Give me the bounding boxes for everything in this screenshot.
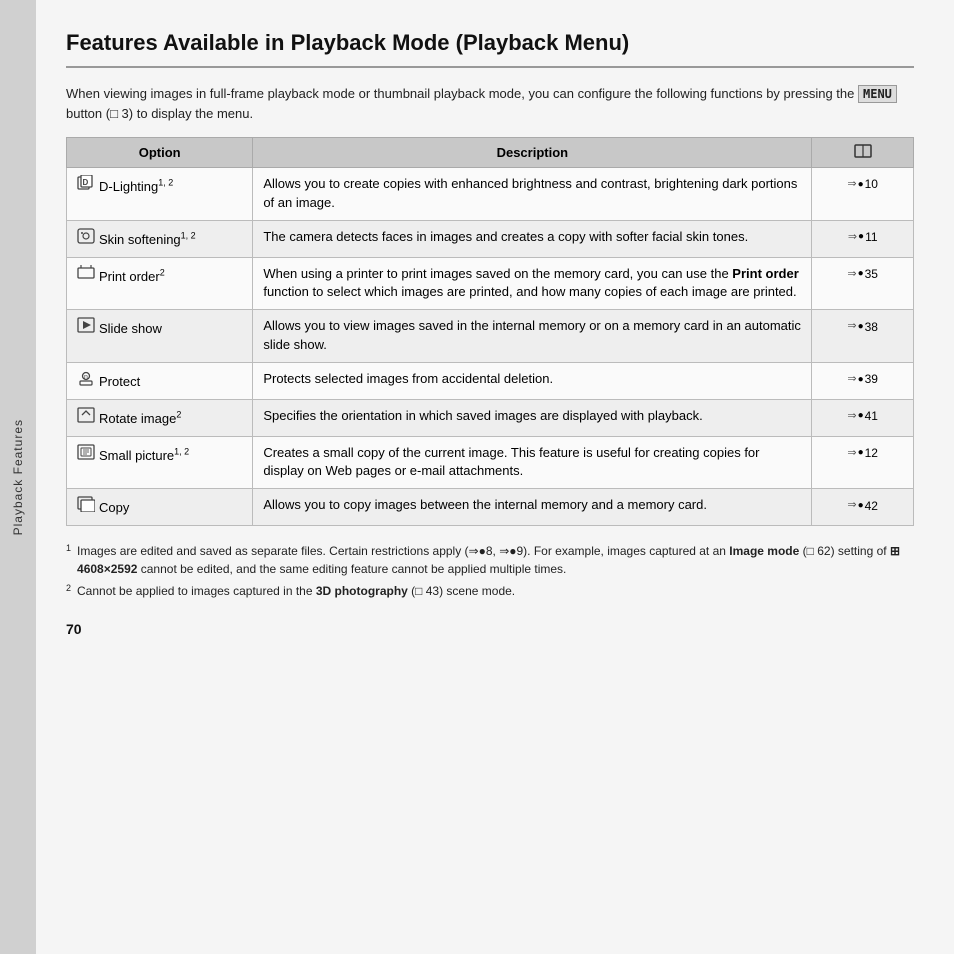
intro-paragraph: When viewing images in full-frame playba… — [66, 84, 914, 123]
footnote-2-num: 2 — [66, 582, 71, 601]
main-content: Features Available in Playback Mode (Pla… — [36, 0, 954, 954]
desc-cell-4: Protects selected images from accidental… — [253, 362, 812, 399]
option-label-5: Rotate image2 — [99, 411, 181, 426]
intro-text-1: When viewing images in full-frame playba… — [66, 86, 854, 101]
ref-cell-4: ⇒●39 — [812, 362, 914, 399]
ref-cell-6: ⇒●12 — [812, 436, 914, 489]
intro-text-3: ) to display the menu. — [129, 106, 253, 121]
option-cell-3: Slide show — [67, 310, 253, 363]
option-cell-0: D D-Lighting1, 2 — [67, 168, 253, 221]
intro-text-2: button ( — [66, 106, 110, 121]
print-order-icon — [77, 265, 95, 286]
ref-cell-3: ⇒●38 — [812, 310, 914, 363]
option-cell-6: Small picture1, 2 — [67, 436, 253, 489]
desc-cell-5: Specifies the orientation in which saved… — [253, 399, 812, 436]
footnote-2: 2 Cannot be applied to images captured i… — [66, 582, 914, 601]
table-row: Slide show Allows you to view images save… — [67, 310, 914, 363]
ref-cell-1: ⇒●11 — [812, 220, 914, 257]
small-picture-icon — [77, 444, 95, 465]
table-row: Print order2 When using a printer to prin… — [67, 257, 914, 310]
desc-cell-3: Allows you to view images saved in the i… — [253, 310, 812, 363]
menu-keyword: MENU — [858, 85, 897, 103]
option-label-4: Protect — [99, 374, 140, 389]
book-ref-icon — [854, 144, 872, 158]
svg-text:D: D — [83, 178, 89, 187]
page-number: 70 — [66, 621, 914, 637]
features-table: Option Description D D-Lighting1, 2 Allows… — [66, 137, 914, 526]
table-row: Skin softening1, 2 The camera detects fac… — [67, 220, 914, 257]
table-row: D D-Lighting1, 2 Allows you to create copi… — [67, 168, 914, 221]
option-label-0: D-Lighting1, 2 — [99, 179, 173, 194]
footnote-1-text: Images are edited and saved as separate … — [77, 542, 914, 578]
ref-cell-0: ⇒●10 — [812, 168, 914, 221]
sidebar-label: Playback Features — [11, 419, 25, 535]
desc-cell-6: Creates a small copy of the current imag… — [253, 436, 812, 489]
footnote-1: 1 Images are edited and saved as separat… — [66, 542, 914, 578]
desc-cell-0: Allows you to create copies with enhance… — [253, 168, 812, 221]
option-cell-5: Rotate image2 — [67, 399, 253, 436]
footnote-1-num: 1 — [66, 542, 71, 578]
option-label-3: Slide show — [99, 321, 162, 336]
rotate-image-icon — [77, 407, 95, 428]
col-header-ref — [812, 138, 914, 168]
option-cell-4: n Protect — [67, 362, 253, 399]
ref-cell-7: ⇒●42 — [812, 489, 914, 526]
D-lighting-icon: D — [77, 175, 95, 196]
table-row: Small picture1, 2 Creates a small copy of… — [67, 436, 914, 489]
page-title: Features Available in Playback Mode (Pla… — [66, 30, 914, 56]
protect-icon: n — [77, 370, 95, 391]
option-cell-1: Skin softening1, 2 — [67, 220, 253, 257]
table-row: Rotate image2 Specifies the orientation i… — [67, 399, 914, 436]
option-label-1: Skin softening1, 2 — [99, 232, 196, 247]
copy-icon — [77, 496, 95, 517]
option-label-6: Small picture1, 2 — [99, 448, 189, 463]
col-header-option: Option — [67, 138, 253, 168]
ref-cell-2: ⇒●35 — [812, 257, 914, 310]
desc-cell-1: The camera detects faces in images and c… — [253, 220, 812, 257]
page-header: Features Available in Playback Mode (Pla… — [66, 30, 914, 68]
footnote-2-text: Cannot be applied to images captured in … — [77, 582, 515, 601]
desc-cell-2: When using a printer to print images sav… — [253, 257, 812, 310]
svg-text:n: n — [84, 374, 88, 381]
option-cell-7: Copy — [67, 489, 253, 526]
intro-ref: □ 3 — [110, 106, 129, 121]
desc-cell-7: Allows you to copy images between the in… — [253, 489, 812, 526]
ref-cell-5: ⇒●41 — [812, 399, 914, 436]
option-label-7: Copy — [99, 500, 129, 515]
option-cell-2: Print order2 — [67, 257, 253, 310]
option-label-2: Print order2 — [99, 269, 165, 284]
col-header-description: Description — [253, 138, 812, 168]
footnotes: 1 Images are edited and saved as separat… — [66, 542, 914, 601]
table-row: n Protect Protects selected images from ac… — [67, 362, 914, 399]
slide-show-icon — [77, 317, 95, 338]
skin-softening-icon — [77, 228, 95, 249]
sidebar: Playback Features — [0, 0, 36, 954]
table-row: Copy Allows you to copy images between th… — [67, 489, 914, 526]
